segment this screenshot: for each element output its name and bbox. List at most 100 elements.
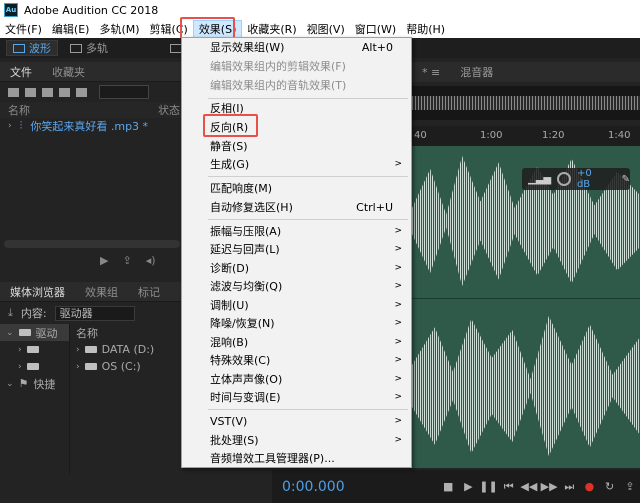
tab-favorites[interactable]: 收藏夹 — [42, 64, 95, 80]
menu-item-invert[interactable]: 反相(I) — [182, 99, 411, 117]
content-select[interactable]: 驱动器 — [54, 305, 135, 321]
menu-item-special[interactable]: 特殊效果(C) > — [182, 351, 411, 369]
tab-media-browser[interactable]: 媒体浏览器 — [0, 284, 75, 300]
download-icon[interactable]: ⤓ — [8, 306, 13, 320]
menu-separator — [208, 409, 408, 410]
menu-edit[interactable]: 编辑(E) — [47, 20, 95, 38]
menu-item-filter-eq[interactable]: 滤波与均衡(Q) > — [182, 277, 411, 295]
chevron-right-icon[interactable]: › — [18, 362, 22, 372]
multitrack-label: 多轨 — [86, 42, 108, 55]
menu-window[interactable]: 窗口(W) — [350, 20, 401, 38]
waveform-display[interactable] — [412, 146, 640, 468]
menu-item-label: 振幅与压限(A) — [210, 225, 282, 238]
fast-forward-icon[interactable]: ▶▶ — [539, 480, 559, 493]
tree-item-sub-1[interactable]: › — [0, 341, 69, 358]
insert-icon[interactable] — [59, 87, 70, 97]
menu-item-diagnostics[interactable]: 诊断(D) > — [182, 259, 411, 277]
menu-item-reverb[interactable]: 混响(B) > — [182, 333, 411, 351]
menu-item-time-pitch[interactable]: 时间与变调(E) > — [182, 388, 411, 406]
chevron-right-icon[interactable]: › — [18, 345, 22, 355]
pin-icon[interactable]: ✎ — [622, 174, 630, 185]
drive-icon — [26, 346, 39, 353]
tree-item-shortcuts[interactable]: ⌄ ⚑ 快捷 — [0, 375, 69, 392]
drive-c-label: OS (C:) — [101, 360, 141, 373]
menu-item-label: 音频增效工具管理器(P)... — [210, 452, 335, 465]
menu-item-noise-reduction[interactable]: 降噪/恢复(N) > — [182, 314, 411, 332]
import-icon[interactable] — [25, 87, 36, 97]
chevron-down-icon[interactable]: ⌄ — [6, 328, 14, 338]
tab-markers[interactable]: 标记 — [128, 284, 170, 300]
editor-tab-close[interactable]: * ≡ — [412, 66, 450, 79]
skip-back-icon[interactable]: ⏮ — [499, 480, 519, 494]
skip-forward-icon[interactable]: ⏭ — [559, 480, 579, 494]
new-file-icon[interactable] — [42, 87, 53, 97]
file-row[interactable]: › ⫶ 你笑起来真好看 .mp3 * — [0, 118, 188, 134]
record-icon[interactable]: ● — [579, 480, 599, 493]
menu-view[interactable]: 视图(V) — [302, 20, 350, 38]
menu-item-generate[interactable]: 生成(G) > — [182, 155, 411, 173]
volume-icon[interactable]: ◂) — [146, 254, 156, 267]
menu-item-auto-heal[interactable]: 自动修复选区(H) Ctrl+U — [182, 198, 411, 216]
waveform-view-button[interactable]: 波形 — [6, 40, 58, 56]
volume-knob[interactable] — [557, 172, 571, 186]
menu-item-plugin-manager[interactable]: 音频增效工具管理器(P)... — [182, 449, 411, 467]
tab-files[interactable]: 文件 — [0, 64, 42, 80]
menu-help[interactable]: 帮助(H) — [401, 20, 450, 38]
export-icon[interactable]: ⇪ — [122, 254, 131, 267]
menu-item-batch[interactable]: 批处理(S) > — [182, 431, 411, 449]
tab-effects-rack[interactable]: 效果组 — [75, 284, 128, 300]
menu-item-amplitude[interactable]: 振幅与压限(A) > — [182, 222, 411, 240]
menu-item-delay-echo[interactable]: 延迟与回声(L) > — [182, 240, 411, 258]
delete-icon[interactable] — [76, 87, 87, 97]
menu-bar: 文件(F) 编辑(E) 多轨(M) 剪辑(C) 效果(S) 收藏夹(R) 视图(… — [0, 20, 640, 38]
export-icon[interactable]: ⇪ — [620, 480, 640, 493]
menu-item-modulation[interactable]: 调制(U) > — [182, 296, 411, 314]
open-folder-icon[interactable] — [8, 87, 19, 97]
chevron-right-icon[interactable]: › — [76, 345, 80, 355]
play-icon[interactable]: ▶ — [100, 254, 108, 267]
submenu-arrow-icon: > — [394, 337, 402, 347]
play-icon[interactable]: ▶ — [458, 480, 478, 493]
rewind-icon[interactable]: ◀◀ — [519, 480, 539, 493]
status-column-header[interactable]: 状态 — [158, 102, 180, 118]
timeline-ruler[interactable]: 40 1:00 1:20 1:40 — [412, 126, 640, 146]
name-header[interactable]: 名称 — [70, 324, 188, 341]
drive-row-c[interactable]: › OS (C:) — [70, 358, 188, 375]
pause-icon[interactable]: ❚❚ — [478, 480, 498, 493]
waveform-icon — [13, 43, 25, 53]
tree-item-drives[interactable]: ⌄ 驱动 — [0, 324, 69, 341]
multitrack-view-button[interactable]: 多轨 — [64, 40, 114, 56]
expand-icon[interactable]: › — [8, 121, 12, 131]
files-toolbar — [0, 82, 188, 102]
editor-tabs: * ≡ 混音器 — [412, 62, 640, 82]
waveform-overview[interactable] — [412, 86, 640, 120]
tab-mixer[interactable]: 混音器 — [450, 64, 503, 80]
title-bar: Au Adobe Audition CC 2018 — [0, 0, 640, 20]
menu-multitrack[interactable]: 多轨(M) — [94, 20, 144, 38]
drive-row-d[interactable]: › DATA (D:) — [70, 341, 188, 358]
menu-item-label: 混响(B) — [210, 336, 249, 349]
files-scrollbar[interactable] — [4, 240, 180, 248]
chevron-down-icon[interactable]: ⌄ — [6, 379, 14, 389]
menu-item-stereo-imagery[interactable]: 立体声声像(O) > — [182, 370, 411, 388]
chevron-right-icon[interactable]: › — [76, 362, 80, 372]
menu-item-vst[interactable]: VST(V) > — [182, 412, 411, 430]
menu-effects[interactable]: 效果(S) — [192, 20, 243, 38]
loop-icon[interactable]: ↻ — [600, 480, 620, 493]
menu-item-silence[interactable]: 静音(S) — [182, 137, 411, 155]
menu-item-show-effects-rack[interactable]: 显示效果组(W) Alt+0 — [182, 38, 411, 56]
window-title: Adobe Audition CC 2018 — [24, 3, 159, 17]
name-column-header[interactable]: 名称 — [8, 102, 30, 118]
menu-file[interactable]: 文件(F) — [0, 20, 47, 38]
tree-item-sub-2[interactable]: › — [0, 358, 69, 375]
volume-value[interactable]: +0 dB — [577, 168, 608, 190]
files-search-input[interactable] — [99, 85, 149, 99]
menu-clip[interactable]: 剪辑(C) — [145, 20, 193, 38]
menu-item-reverse[interactable]: 反向(R) — [182, 118, 411, 136]
time-display: 0:00.000 — [282, 478, 345, 495]
level-meter-icon: ▁▃▅ — [528, 173, 552, 185]
stop-icon[interactable]: ■ — [438, 480, 458, 493]
menu-favorites[interactable]: 收藏夹(R) — [242, 20, 301, 38]
menu-item-label: 生成(G) — [210, 158, 250, 171]
menu-item-match-loudness[interactable]: 匹配响度(M) — [182, 179, 411, 197]
